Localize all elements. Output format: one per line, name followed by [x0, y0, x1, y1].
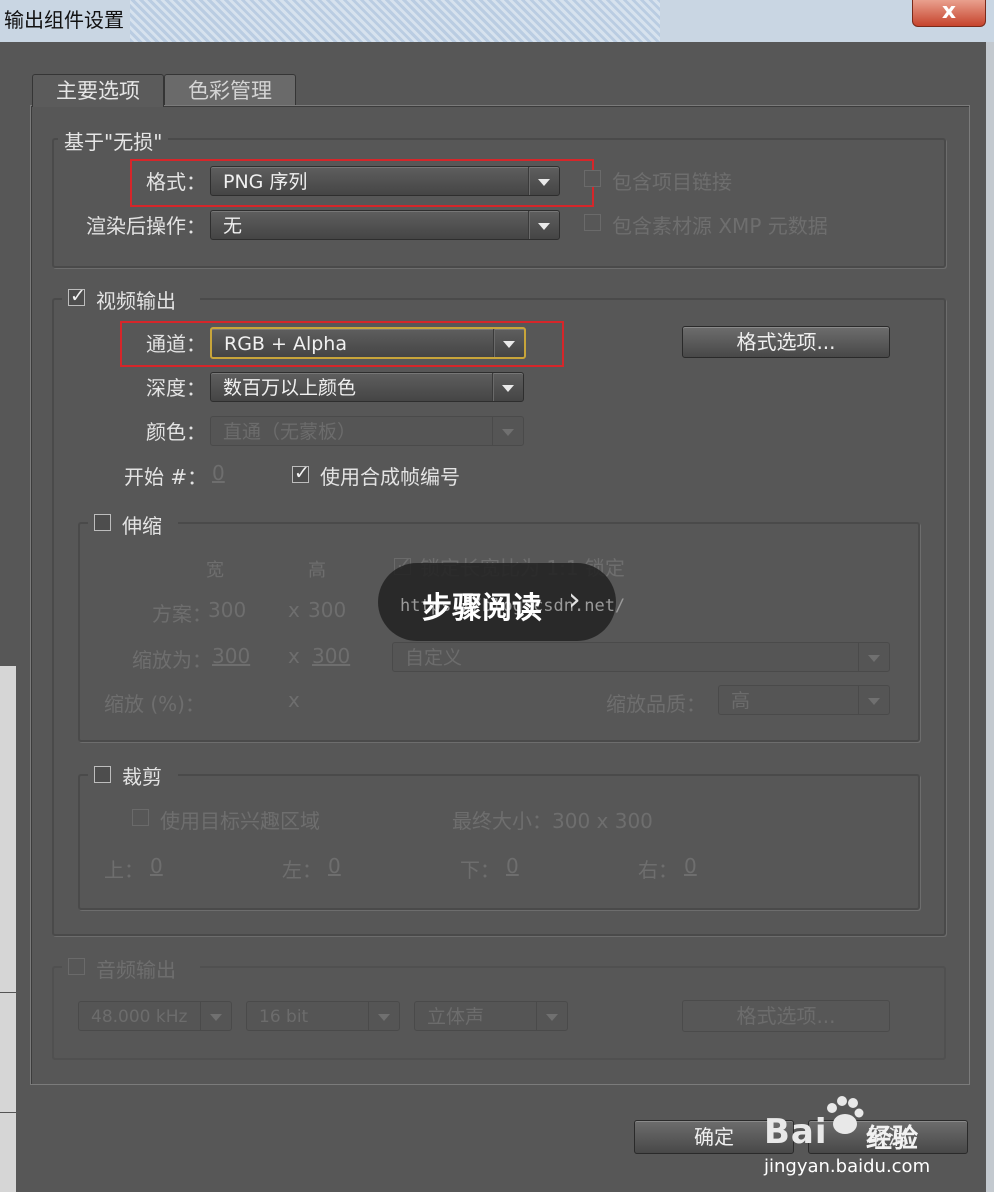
- scheme-label: 方案：: [152, 602, 212, 626]
- crop-label: 裁剪: [122, 765, 162, 789]
- channels-dropdown[interactable]: 立体声: [414, 1001, 568, 1031]
- baidu-watermark-logo: Bai: [764, 1112, 828, 1152]
- crop-right-label: 右：: [638, 858, 678, 882]
- highlight-channel: [120, 321, 564, 367]
- scale-quality-label: 缩放品质：: [606, 692, 706, 716]
- highlight-format: [130, 159, 594, 207]
- crop-bottom-value[interactable]: 0: [506, 854, 519, 878]
- scale-quality-value: 高: [731, 690, 751, 712]
- chevron-down-icon: [492, 417, 523, 445]
- audio-output-label: 音频输出: [96, 958, 176, 982]
- crop-left-label: 左：: [282, 858, 322, 882]
- video-format-options-button[interactable]: 格式选项...: [682, 326, 890, 358]
- stretch-checkbox[interactable]: [94, 514, 111, 531]
- include-project-link-label: 包含项目链接: [612, 170, 732, 194]
- window-right-border: [986, 42, 994, 1192]
- color-dropdown[interactable]: 直通（无蒙板）: [210, 416, 524, 446]
- scheme-width: 300: [208, 598, 247, 622]
- include-project-link-checkbox[interactable]: [584, 170, 601, 187]
- window-title: 输出组件设置: [4, 8, 124, 32]
- stretch-col-width: 宽: [206, 560, 224, 581]
- depth-dropdown[interactable]: 数百万以上颜色: [210, 372, 524, 402]
- chevron-down-icon: [200, 1002, 231, 1030]
- use-roi-label: 使用目标兴趣区域: [160, 809, 320, 833]
- chevron-down-icon: [536, 1002, 567, 1030]
- include-xmp-checkbox[interactable]: [584, 214, 601, 231]
- post-render-label: 渲染后操作：: [86, 214, 206, 238]
- video-output-checkbox[interactable]: [68, 285, 86, 307]
- chevron-right-icon: ›: [568, 580, 581, 618]
- bit-depth-dropdown[interactable]: 16 bit: [246, 1001, 400, 1031]
- crop-top-label: 上：: [104, 858, 144, 882]
- scale-preset-dropdown[interactable]: 自定义: [392, 642, 890, 672]
- crop-bottom-label: 下：: [460, 858, 500, 882]
- crop-checkbox[interactable]: [94, 766, 111, 783]
- scale-to-x: x: [288, 644, 300, 668]
- scale-preset-value: 自定义: [405, 647, 463, 669]
- bit-depth-value: 16 bit: [259, 1007, 309, 1027]
- chevron-down-icon: [528, 211, 559, 239]
- tab-main-options[interactable]: 主要选项: [32, 74, 164, 107]
- scale-to-height[interactable]: 300: [312, 644, 350, 668]
- lossless-group-legend: 基于"无损": [58, 126, 169, 155]
- title-bar-glass: [130, 0, 660, 42]
- scheme-height: 300: [308, 598, 347, 622]
- stretch-label: 伸缩: [122, 514, 162, 538]
- chevron-down-icon: [492, 373, 523, 401]
- sample-rate-dropdown[interactable]: 48.000 kHz: [78, 1001, 232, 1031]
- depth-label: 深度：: [146, 376, 206, 400]
- use-comp-frame-checkbox[interactable]: [292, 462, 310, 484]
- scale-pct-x: x: [288, 688, 300, 712]
- audio-format-options-button[interactable]: 格式选项...: [682, 1000, 890, 1032]
- use-comp-frame-label: 使用合成帧编号: [320, 465, 460, 489]
- title-bar: 输出组件设置 x: [0, 0, 994, 42]
- final-size-label: 最终大小：300 x 300: [452, 809, 653, 833]
- audio-output-checkbox[interactable]: [68, 958, 85, 975]
- scale-to-label: 缩放为：: [132, 648, 212, 672]
- sample-rate-value: 48.000 kHz: [91, 1007, 188, 1027]
- background-window-strip: [0, 666, 16, 1192]
- start-label: 开始 #：: [124, 465, 208, 489]
- post-render-dropdown[interactable]: 无: [210, 210, 560, 240]
- scheme-x: x: [288, 598, 300, 622]
- start-value[interactable]: 0: [212, 461, 225, 485]
- color-dropdown-value: 直通（无蒙板）: [223, 421, 357, 443]
- baidu-watermark-url: jingyan.baidu.com: [764, 1156, 931, 1177]
- crop-right-value[interactable]: 0: [684, 854, 697, 878]
- crop-left-value[interactable]: 0: [328, 854, 341, 878]
- post-render-dropdown-value: 无: [223, 215, 243, 237]
- depth-dropdown-value: 数百万以上颜色: [223, 377, 357, 399]
- stretch-col-height: 高: [308, 560, 326, 581]
- crop-top-value[interactable]: 0: [150, 854, 163, 878]
- channels-value: 立体声: [427, 1006, 485, 1028]
- tab-color-management[interactable]: 色彩管理: [164, 74, 296, 107]
- video-output-label: 视频输出: [96, 289, 176, 313]
- baidu-paw-icon: [827, 1096, 864, 1134]
- crop-group: [78, 774, 920, 910]
- chevron-down-icon: [858, 643, 889, 671]
- scale-to-width[interactable]: 300: [212, 644, 250, 668]
- color-label: 颜色：: [146, 420, 206, 444]
- scale-pct-label: 缩放 (%)：: [104, 692, 205, 716]
- use-roi-checkbox[interactable]: [132, 809, 149, 826]
- scale-quality-dropdown[interactable]: 高: [718, 685, 890, 715]
- close-button[interactable]: x: [912, 0, 986, 27]
- baidu-watermark-jingyan: 经验: [866, 1124, 919, 1154]
- chevron-down-icon: [858, 686, 889, 714]
- step-reading-label: 步骤阅读: [422, 591, 542, 626]
- include-xmp-label: 包含素材源 XMP 元数据: [612, 214, 828, 238]
- chevron-down-icon: [368, 1002, 399, 1030]
